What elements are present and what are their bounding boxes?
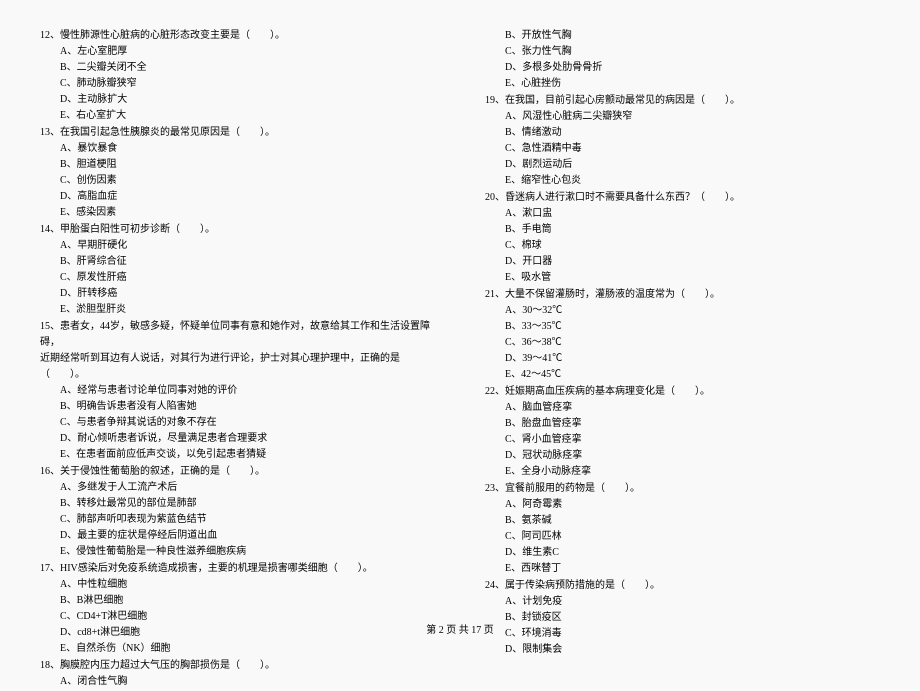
option-e: E、心脏挫伤: [485, 76, 880, 92]
option-d: D、肝转移癌: [40, 286, 435, 302]
question-17: 17、HIV感染后对免疫系统造成损害，主要的机理是损害哪类细胞（ ）。 A、中性…: [40, 561, 435, 657]
option-a: A、漱口盅: [485, 206, 880, 222]
option-d: D、剧烈运动后: [485, 157, 880, 173]
question-15: 15、患者女，44岁，敏感多疑，怀疑单位同事有意和她作对，故意给其工作和生活设置…: [40, 319, 435, 463]
option-c: C、阿司匹林: [485, 529, 880, 545]
option-a: A、早期肝硬化: [40, 238, 435, 254]
option-d: D、开口器: [485, 254, 880, 270]
option-c: C、与患者争辩其说话的对象不存在: [40, 415, 435, 431]
question-stem: 13、在我国引起急性胰腺炎的最常见原因是（ ）。: [40, 125, 435, 141]
option-e: E、吸水管: [485, 270, 880, 286]
option-e: E、右心室扩大: [40, 108, 435, 124]
question-stem: 19、在我国，目前引起心房颤动最常见的病因是（ ）。: [485, 93, 880, 109]
option-a: A、经常与患者讨论单位同事对她的评价: [40, 383, 435, 399]
option-b: B、二尖瓣关闭不全: [40, 60, 435, 76]
option-e: E、西咪替丁: [485, 561, 880, 577]
option-b: B、B淋巴细胞: [40, 593, 435, 609]
option-b: B、明确告诉患者没有人陷害她: [40, 399, 435, 415]
option-e: E、感染因素: [40, 205, 435, 221]
option-d: D、主动脉扩大: [40, 92, 435, 108]
page-footer: 第 2 页 共 17 页: [0, 621, 920, 636]
option-c: C、创伤因素: [40, 173, 435, 189]
option-c: C、肺部声听叩表现为紫蓝色结节: [40, 512, 435, 528]
question-stem: 14、甲胎蛋白阳性可初步诊断（ ）。: [40, 222, 435, 238]
question-stem: 22、妊娠期高血压疾病的基本病理变化是（ ）。: [485, 384, 880, 400]
option-b: B、33～35℃: [485, 319, 880, 335]
option-a: A、暴饮暴食: [40, 141, 435, 157]
option-b: B、转移灶最常见的部位是肺部: [40, 496, 435, 512]
question-18: 18、胸膜腔内压力超过大气压的胸部损伤是（ ）。 A、闭合性气胸: [40, 658, 435, 690]
option-b: B、肝肾综合征: [40, 254, 435, 270]
option-a: A、风湿性心脏病二尖瓣狭窄: [485, 109, 880, 125]
option-c: C、张力性气胸: [485, 44, 880, 60]
question-13: 13、在我国引起急性胰腺炎的最常见原因是（ ）。 A、暴饮暴食 B、胆道梗阻 C…: [40, 125, 435, 221]
question-19: 19、在我国，目前引起心房颤动最常见的病因是（ ）。 A、风湿性心脏病二尖瓣狭窄…: [485, 93, 880, 189]
question-12: 12、慢性肺源性心脏病的心脏形态改变主要是（ ）。 A、左心室肥厚 B、二尖瓣关…: [40, 28, 435, 124]
option-d: D、冠状动脉痉挛: [485, 448, 880, 464]
option-d: D、最主要的症状是停经后阴道出血: [40, 528, 435, 544]
option-b: B、开放性气胸: [485, 28, 880, 44]
question-stem: 20、昏迷病人进行漱口时不需要具备什么东西？（ ）。: [485, 190, 880, 206]
option-e: E、缩窄性心包炎: [485, 173, 880, 189]
question-18-cont: B、开放性气胸 C、张力性气胸 D、多根多处肋骨骨折 E、心脏挫伤: [485, 28, 880, 92]
question-stem-line1: 15、患者女，44岁，敏感多疑，怀疑单位同事有意和她作对，故意给其工作和生活设置…: [40, 319, 435, 351]
question-20: 20、昏迷病人进行漱口时不需要具备什么东西？（ ）。 A、漱口盅 B、手电筒 C…: [485, 190, 880, 286]
option-b: B、手电筒: [485, 222, 880, 238]
option-a: A、多继发于人工流产术后: [40, 480, 435, 496]
question-24: 24、属于传染病预防措施的是（ ）。 A、计划免疫 B、封锁疫区 C、环境消毒 …: [485, 578, 880, 658]
option-a: A、中性粒细胞: [40, 577, 435, 593]
left-column: 12、慢性肺源性心脏病的心脏形态改变主要是（ ）。 A、左心室肥厚 B、二尖瓣关…: [40, 28, 435, 691]
question-23: 23、宜餐前服用的药物是（ ）。 A、阿奇霉素 B、氨茶碱 C、阿司匹林 D、维…: [485, 481, 880, 577]
option-b: B、胆道梗阻: [40, 157, 435, 173]
question-22: 22、妊娠期高血压疾病的基本病理变化是（ ）。 A、脑血管痉挛 B、胎盘血管痉挛…: [485, 384, 880, 480]
option-c: C、急性酒精中毒: [485, 141, 880, 157]
question-stem: 17、HIV感染后对免疫系统造成损害，主要的机理是损害哪类细胞（ ）。: [40, 561, 435, 577]
option-b: B、情绪激动: [485, 125, 880, 141]
option-c: C、肾小血管痉挛: [485, 432, 880, 448]
option-a: A、30～32℃: [485, 303, 880, 319]
option-e: E、自然杀伤（NK）细胞: [40, 641, 435, 657]
question-14: 14、甲胎蛋白阳性可初步诊断（ ）。 A、早期肝硬化 B、肝肾综合征 C、原发性…: [40, 222, 435, 318]
option-d: D、维生素C: [485, 545, 880, 561]
option-a: A、阿奇霉素: [485, 497, 880, 513]
option-e: E、淤胆型肝炎: [40, 302, 435, 318]
question-stem: 18、胸膜腔内压力超过大气压的胸部损伤是（ ）。: [40, 658, 435, 674]
question-16: 16、关于侵蚀性葡萄胎的叙述，正确的是（ ）。 A、多继发于人工流产术后 B、转…: [40, 464, 435, 560]
option-a: A、计划免疫: [485, 594, 880, 610]
question-stem: 21、大量不保留灌肠时，灌肠液的温度常为（ ）。: [485, 287, 880, 303]
question-stem: 24、属于传染病预防措施的是（ ）。: [485, 578, 880, 594]
option-e: E、侵蚀性葡萄胎是一种良性滋养细胞疾病: [40, 544, 435, 560]
option-d: D、高脂血症: [40, 189, 435, 205]
option-a: A、闭合性气胸: [40, 674, 435, 690]
option-c: C、原发性肝癌: [40, 270, 435, 286]
option-a: A、脑血管痉挛: [485, 400, 880, 416]
option-e: E、全身小动脉痉挛: [485, 464, 880, 480]
option-d: D、限制集会: [485, 642, 880, 658]
option-c: C、棉球: [485, 238, 880, 254]
option-b: B、氨茶碱: [485, 513, 880, 529]
option-e: E、42～45℃: [485, 367, 880, 383]
option-d: D、39～41℃: [485, 351, 880, 367]
option-b: B、胎盘血管痉挛: [485, 416, 880, 432]
option-a: A、左心室肥厚: [40, 44, 435, 60]
right-column: B、开放性气胸 C、张力性气胸 D、多根多处肋骨骨折 E、心脏挫伤 19、在我国…: [485, 28, 880, 691]
question-21: 21、大量不保留灌肠时，灌肠液的温度常为（ ）。 A、30～32℃ B、33～3…: [485, 287, 880, 383]
option-d: D、耐心倾听患者诉说，尽量满足患者合理要求: [40, 431, 435, 447]
option-e: E、在患者面前应低声交谈，以免引起患者猜疑: [40, 447, 435, 463]
question-stem: 16、关于侵蚀性葡萄胎的叙述，正确的是（ ）。: [40, 464, 435, 480]
option-d: D、多根多处肋骨骨折: [485, 60, 880, 76]
question-stem-line2: 近期经常听到耳边有人说话，对其行为进行评论，护士对其心理护理中，正确的是（ ）。: [40, 351, 435, 383]
question-stem: 23、宜餐前服用的药物是（ ）。: [485, 481, 880, 497]
question-stem: 12、慢性肺源性心脏病的心脏形态改变主要是（ ）。: [40, 28, 435, 44]
option-c: C、肺动脉瓣狭窄: [40, 76, 435, 92]
option-c: C、36～38℃: [485, 335, 880, 351]
exam-page: 12、慢性肺源性心脏病的心脏形态改变主要是（ ）。 A、左心室肥厚 B、二尖瓣关…: [40, 28, 880, 691]
